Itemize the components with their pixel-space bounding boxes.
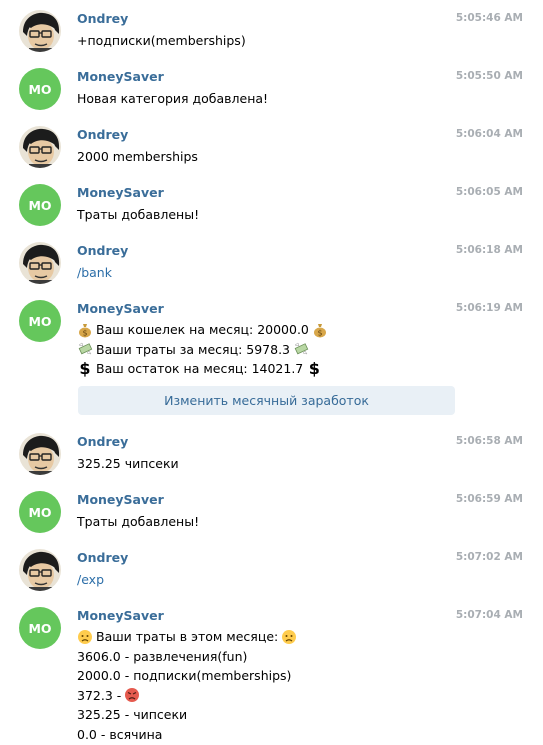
message-line: $ Ваш остаток на месяц: 14021.7 $ [77,359,331,379]
user-avatar[interactable] [19,433,61,475]
message-time: 5:06:18 AM [455,244,523,256]
expense-line-text: 372.3 - [77,687,122,703]
message-text: 325.25 чипсеки [77,456,179,471]
expense-line: 2000.0 - подписки(memberships) [77,668,292,683]
expense-line: 325.25 - чипсеки [77,707,188,722]
user-avatar[interactable] [19,549,61,591]
message-text: +подписки(memberships) [77,33,246,48]
sender-name[interactable]: Ondrey [77,434,128,449]
wallet-text: Ваш кошелек на месяц: 20000.0 [96,322,309,337]
message-text: 2000 memberships [77,149,198,164]
expense-line: 372.3 - [77,686,300,706]
angry-face-icon [124,687,140,703]
message-time: 5:06:05 AM [455,186,523,198]
message-time: 5:06:59 AM [455,493,523,505]
sender-name[interactable]: MoneySaver [77,301,164,316]
message-time: 5:06:04 AM [455,128,523,140]
user-avatar[interactable] [19,126,61,168]
user-avatar[interactable] [19,10,61,52]
dollar-sign-icon: $ [308,358,320,378]
money-with-wings-icon [293,341,309,357]
expense-line: 0.0 - всячина [77,726,163,742]
message-text: Ваш кошелек на месяц: 20000.0 Ваши траты… [77,320,331,379]
money-bag-icon [77,322,93,338]
change-monthly-income-button[interactable]: Изменить месячный заработок [78,386,455,415]
bot-avatar[interactable]: MO [19,184,61,226]
expenses-title: Ваши траты в этом месяце: [96,629,279,644]
sender-name[interactable]: Ondrey [77,11,128,26]
expense-line: 3606.0 - развлечения(fun) [77,648,248,664]
bot-avatar[interactable]: MO [19,300,61,342]
message-line: Ваши траты за месяц: 5978.3 [77,340,331,360]
bot-avatar[interactable]: MO [19,607,61,649]
sender-name[interactable]: MoneySaver [77,69,164,84]
sender-name[interactable]: Ondrey [77,243,128,258]
message-time: 5:07:04 AM [455,609,523,621]
dollar-sign-icon: $ [79,358,91,378]
message-time: 5:06:58 AM [455,435,523,447]
message-time: 5:07:02 AM [455,551,523,563]
message-line: Ваши траты в этом месяце: [77,627,300,647]
message-text: Траты добавлены! [77,207,200,222]
message-time: 5:06:19 AM [455,302,523,314]
sender-name[interactable]: Ondrey [77,550,128,565]
message-text: Новая категория добавлена! [77,91,269,106]
sender-name[interactable]: Ondrey [77,127,128,142]
bot-avatar[interactable]: MO [19,68,61,110]
sad-face-icon [77,629,93,645]
bot-avatar[interactable]: MO [19,491,61,533]
sender-name[interactable]: MoneySaver [77,492,164,507]
message-text: Ваши траты в этом месяце: 3606.0 - развл… [77,627,300,744]
message-time: 5:05:50 AM [455,70,523,82]
message-time: 5:05:46 AM [455,12,523,24]
sender-name[interactable]: MoneySaver [77,185,164,200]
sender-name[interactable]: MoneySaver [77,608,164,623]
bot-command-link[interactable]: /exp [77,570,104,590]
balance-text: Ваш остаток на месяц: 14021.7 [96,361,304,376]
user-avatar[interactable] [19,242,61,284]
spent-text: Ваши траты за месяц: 5978.3 [96,341,290,357]
sad-face-icon [281,629,297,645]
message-line: Ваш кошелек на месяц: 20000.0 [77,320,331,340]
money-with-wings-icon [77,341,93,357]
message-text: Траты добавлены! [77,514,200,529]
bot-command-link[interactable]: /bank [77,263,112,283]
money-bag-icon [312,322,328,338]
